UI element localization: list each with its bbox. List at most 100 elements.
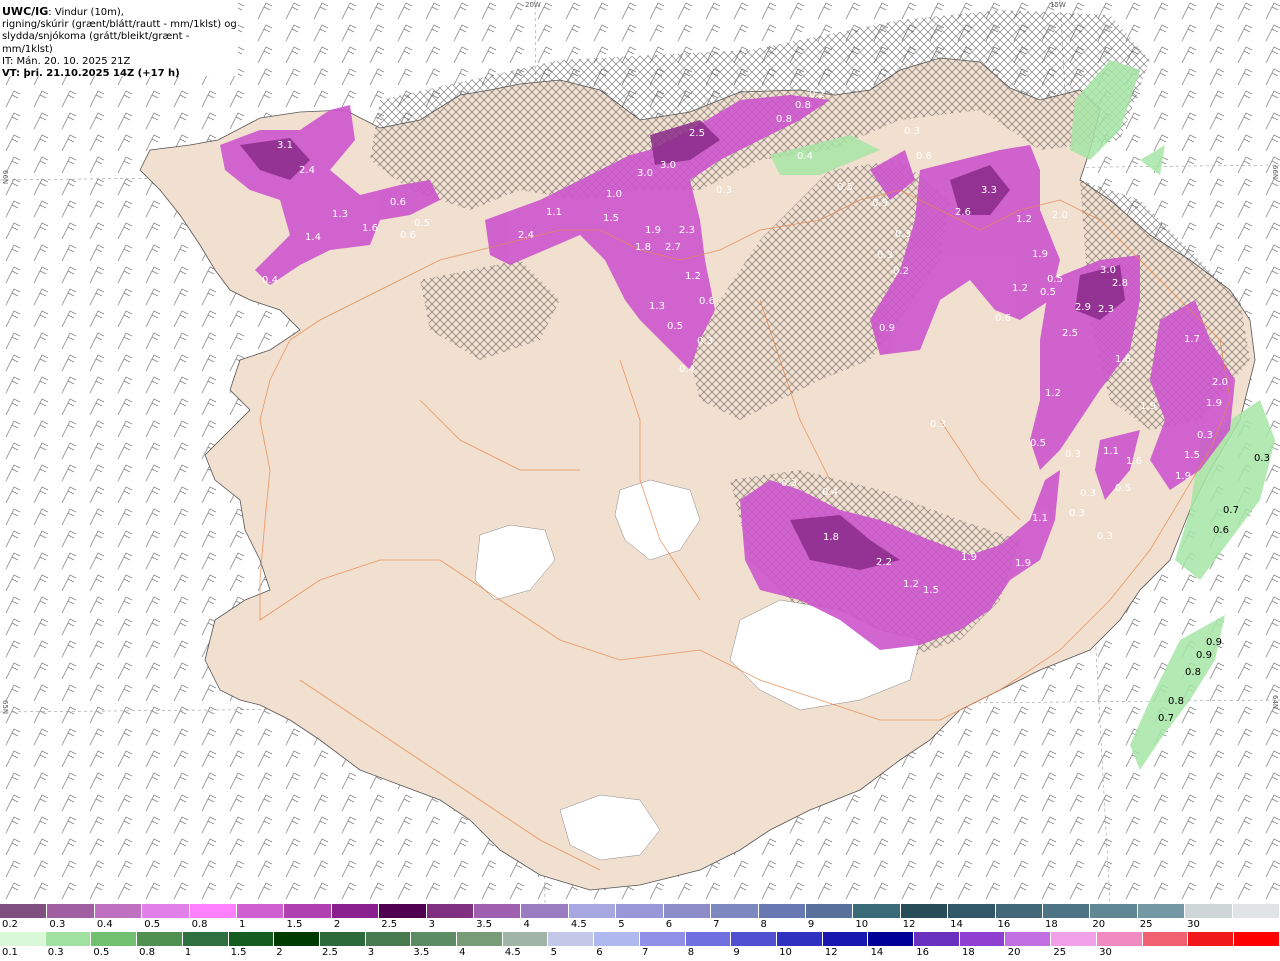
legend-swatch xyxy=(142,904,190,918)
valid-time: VT: þri. 21.10.2025 14Z (+17 h) xyxy=(2,68,180,80)
precip-label: 0.4 xyxy=(679,364,695,375)
legend-swatch xyxy=(995,904,1043,918)
precip-label: 0.8 xyxy=(795,100,811,111)
legend-label: 1 xyxy=(184,947,192,958)
legend-swatch xyxy=(1185,904,1233,918)
legend-swatch xyxy=(284,904,332,918)
legend-swatch xyxy=(365,932,412,946)
lat-label-65n-left: 65N xyxy=(1,700,9,715)
precip-label: 1.5 xyxy=(603,213,619,224)
precip-label: 2.4 xyxy=(299,165,315,176)
legend-label: 0.2 xyxy=(2,919,18,930)
precip-label: 0.3 xyxy=(877,250,893,261)
legend-label: 18 xyxy=(1044,919,1058,930)
precip-label: 0.3 xyxy=(895,229,911,240)
legend-label: 2 xyxy=(333,919,341,930)
legend-label: 4.5 xyxy=(504,947,521,958)
rain-scale-labels: 0.1 0.3 0.5 0.8 1 1.5 2 2.5 3 3.5 4 4.5 5 6 7 8 9 10 12 14 1… xyxy=(0,947,1280,961)
legend-swatch xyxy=(948,904,996,918)
precip-label: 0.4 xyxy=(822,487,838,498)
precip-label: 1.1 xyxy=(1103,446,1119,457)
legend-label: 0.1 xyxy=(2,947,18,958)
precip-label: 3.1 xyxy=(277,140,293,151)
legend-label: 5 xyxy=(618,919,625,930)
legend-swatch xyxy=(1051,932,1097,946)
legend-swatch xyxy=(853,904,901,918)
precip-label: 0.6 xyxy=(390,197,406,208)
lon-label-15w: 15W xyxy=(1050,1,1066,9)
legend-swatch xyxy=(548,932,595,946)
precip-label: 0.7 xyxy=(1158,713,1174,724)
legend-swatch xyxy=(1137,904,1186,918)
precip-label: 0.5 xyxy=(1047,274,1063,285)
legend-swatch xyxy=(94,904,143,918)
legend-label: 18 xyxy=(962,947,975,958)
precip-label: 0.6 xyxy=(1213,525,1229,536)
precip-label: 2.5 xyxy=(689,128,705,139)
precip-label: 0.9 xyxy=(879,323,895,334)
header-line1: : Vindur (10m), xyxy=(48,7,124,18)
initial-time: IT: Mán. 20. 10. 2025 21Z xyxy=(2,55,131,67)
lat-label-64n-right: 64N xyxy=(1271,695,1279,710)
precip-label: 0.3 xyxy=(930,419,946,430)
precip-label: 0.8 xyxy=(776,114,792,125)
legend-label: 5 xyxy=(550,947,557,958)
legend-swatch xyxy=(228,932,275,946)
legend-swatch xyxy=(868,932,915,946)
legend-swatch xyxy=(331,904,380,918)
legend-swatch xyxy=(822,932,869,946)
precip-label: 1.1 xyxy=(1032,513,1048,524)
precip-label: 2.7 xyxy=(665,242,681,253)
legend-swatch xyxy=(1005,932,1052,946)
precip-label: 2.2 xyxy=(876,557,892,568)
legend-label: 0.3 xyxy=(49,919,66,930)
precip-label: 0.5 xyxy=(1030,438,1046,449)
legend-label: 4 xyxy=(459,947,466,958)
legend-label: 9 xyxy=(733,947,740,958)
legend-label: 7 xyxy=(713,919,720,930)
precip-label: 0.3 xyxy=(904,126,920,137)
legend-label: 6 xyxy=(665,919,673,930)
precip-label: 2.5 xyxy=(1062,328,1078,339)
legend-label: 4 xyxy=(523,919,530,930)
legend-label: 0.5 xyxy=(144,919,161,930)
legend-label: 1.5 xyxy=(230,947,247,958)
legend-label: 8 xyxy=(760,919,767,930)
precip-label: 0.2 xyxy=(893,266,909,277)
legend-label: 10 xyxy=(855,919,869,930)
legend-swatch xyxy=(805,904,854,918)
precip-label: 1.1 xyxy=(546,207,562,218)
precip-label: 1.7 xyxy=(1184,334,1200,345)
color-legend: 0.2 0.3 0.4 0.5 0.8 1 1.5 2 2.5 3 3.5 4 4.5 5 6 7 8 9 10 12… xyxy=(0,903,1280,960)
model-name: UWC/IG xyxy=(2,5,49,18)
legend-swatch xyxy=(182,932,229,946)
precip-label: 2.6 xyxy=(955,207,971,218)
legend-label: 25 xyxy=(1139,919,1153,930)
legend-label: 16 xyxy=(916,947,930,958)
precip-label: 0.3 xyxy=(1080,488,1096,499)
legend-swatch xyxy=(274,932,320,946)
precip-label: 1.8 xyxy=(635,242,651,253)
precip-label: 0.9 xyxy=(1196,650,1212,661)
precip-label: 0.8 xyxy=(1185,667,1201,678)
precip-label: 0.9 xyxy=(1206,637,1222,648)
precip-label: 1.9 xyxy=(1206,398,1222,409)
precip-label: 1.3 xyxy=(332,209,348,220)
precip-label: 0.6 xyxy=(400,230,416,241)
precip-label: 2.3 xyxy=(679,225,695,236)
legend-swatch xyxy=(0,932,46,946)
legend-label: 6 xyxy=(596,947,603,958)
precip-label: 0.5 xyxy=(1040,287,1056,298)
precip-label: 1.5 xyxy=(1184,450,1200,461)
lat-label-66n-right: 66N xyxy=(1271,165,1279,180)
legend-label: 20 xyxy=(1092,919,1106,930)
precip-label: 0.3 xyxy=(781,478,797,489)
precip-label: 1.8 xyxy=(823,532,839,543)
precip-label: 0.5 xyxy=(667,321,683,332)
legend-swatch xyxy=(457,932,503,946)
precip-label: 2.9 xyxy=(1075,302,1091,313)
legend-swatch xyxy=(1090,904,1138,918)
legend-label: 12 xyxy=(824,947,838,958)
legend-label: 7 xyxy=(642,947,649,958)
legend-swatch xyxy=(319,932,366,946)
